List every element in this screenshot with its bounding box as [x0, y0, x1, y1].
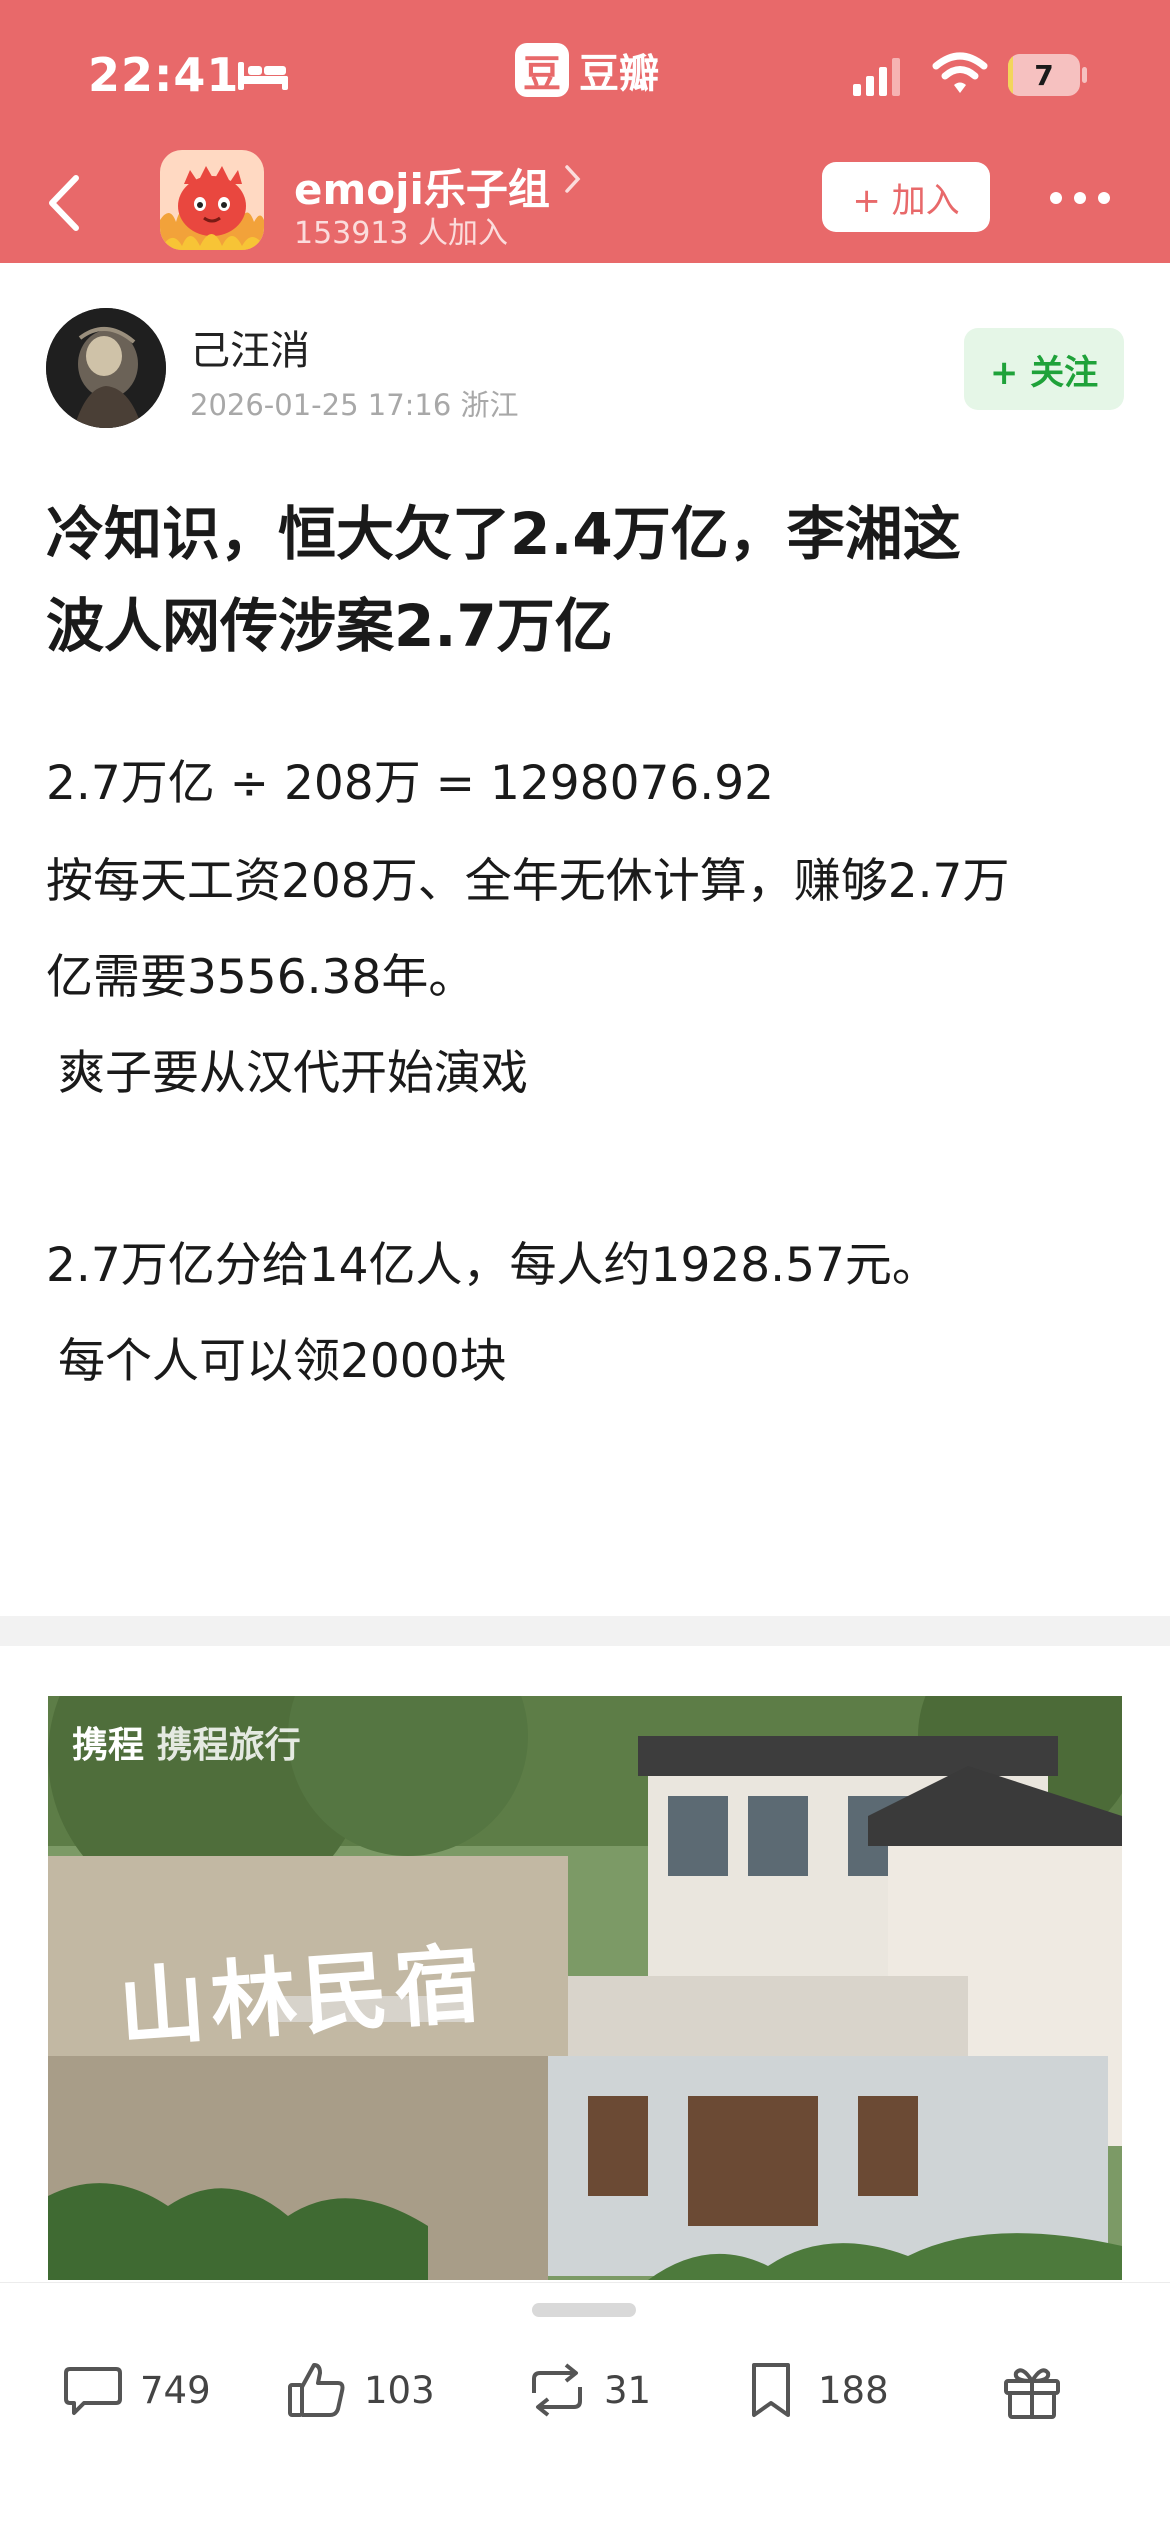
author-avatar[interactable]	[46, 308, 166, 428]
like-button[interactable]: 103	[286, 2353, 435, 2427]
author-name[interactable]: 己汪消	[190, 318, 310, 376]
post-body-line: 按每天工资208万、全年无休计算，赚够2.7万	[46, 854, 1010, 909]
post-timestamp: 2026-01-25 17:16 浙江	[190, 388, 519, 422]
post-body-line: 2.7万亿 ÷ 208万 = 1298076.92	[46, 756, 775, 811]
thumbs-up-icon	[288, 2363, 345, 2417]
follow-button[interactable]: + 关注	[964, 328, 1124, 410]
app-name: 豆瓣	[579, 51, 659, 97]
reshare-icon	[532, 2363, 582, 2417]
battery-indicator: 7	[1008, 54, 1087, 96]
chevron-right-icon	[565, 165, 581, 193]
status-bar: 22:41 豆 豆瓣 7	[0, 0, 1170, 150]
post-body-line: 亿需要3556.38年。	[46, 950, 476, 1005]
join-button[interactable]: + 加入	[822, 162, 990, 232]
reshare-button[interactable]: 31	[526, 2353, 651, 2427]
post-body-line: 2.7万亿分给14亿人，每人约1928.57元。	[46, 1238, 939, 1293]
comment-icon	[64, 2367, 122, 2415]
ad-brand-label: 携程 携程旅行	[72, 1716, 301, 1768]
bookmark-icon	[752, 2363, 790, 2417]
comment-count: 749	[140, 2368, 211, 2412]
ad-brand: 携程	[72, 1725, 145, 1766]
bottom-action-bar: 749 103 31 188	[0, 2282, 1170, 2532]
post-title-line: 波人网传涉案2.7万亿	[46, 592, 613, 660]
post-body-line: 每个人可以领2000块	[58, 1334, 507, 1389]
post-title: 冷知识，恒大欠了2.4万亿，李湘这 波人网传涉案2.7万亿	[46, 488, 1126, 672]
scroll-handle	[532, 2303, 636, 2317]
bed-icon	[238, 62, 288, 90]
collect-button[interactable]: 188	[740, 2353, 889, 2427]
ad-brand-logo: 携程旅行	[156, 1725, 301, 1766]
battery-level: 7	[1034, 58, 1054, 92]
reshare-count: 31	[604, 2368, 652, 2412]
nav-bar: emoji乐子组 153913 人加入 + 加入	[0, 150, 1170, 263]
app-label: 豆 豆瓣	[515, 42, 659, 98]
wifi-icon	[932, 52, 988, 93]
post-title-line: 冷知识，恒大欠了2.4万亿，李湘这	[46, 500, 961, 568]
ad-title: 山林民宿	[115, 1933, 490, 2060]
douban-logo-icon: 豆	[515, 43, 569, 97]
ad-banner[interactable]: 携程 携程旅行 山林民宿	[48, 1696, 1122, 2280]
post-body-line: 爽子要从汉代开始演戏	[58, 1046, 528, 1101]
group-avatar[interactable]	[160, 150, 264, 250]
more-icon[interactable]	[1048, 190, 1112, 206]
like-count: 103	[364, 2368, 435, 2412]
group-member-count: 153913 人加入	[294, 216, 509, 251]
status-time: 22:41	[88, 48, 240, 102]
comment-button[interactable]: 749	[62, 2353, 211, 2427]
header: 22:41 豆 豆瓣 7 emoji乐子组 153913 人加入 + 加入	[0, 0, 1170, 263]
gift-icon[interactable]	[1000, 2359, 1064, 2423]
collect-count: 188	[818, 2368, 889, 2412]
section-divider	[0, 1616, 1170, 1646]
signal-icon	[853, 58, 900, 96]
back-icon[interactable]	[40, 170, 90, 236]
